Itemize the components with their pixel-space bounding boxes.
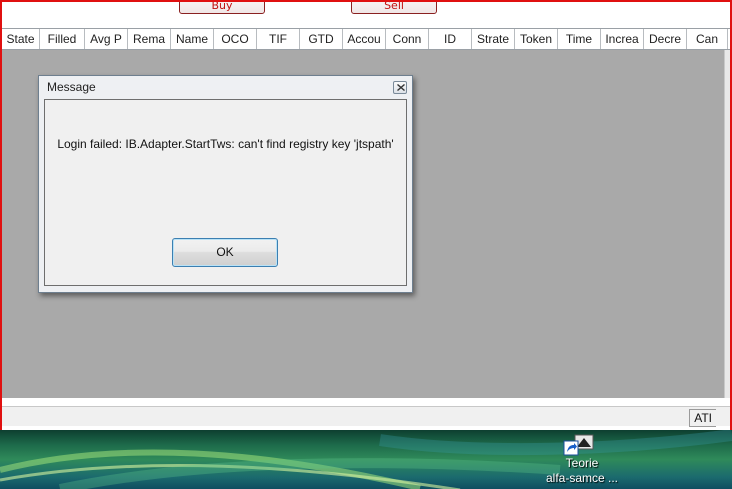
shortcut-label-line1: Teorie xyxy=(565,456,599,470)
desktop-background: Teorie alfa-samce ... xyxy=(0,430,732,489)
shortcut-label-line2: alfa-samce ... xyxy=(545,471,619,485)
ok-button[interactable]: OK xyxy=(172,238,278,267)
dialog-message: Login failed: IB.Adapter.StartTws: can't… xyxy=(57,137,394,151)
close-icon-glyph xyxy=(397,84,405,91)
shortcut-label[interactable]: Teorie alfa-samce ... xyxy=(536,456,628,486)
dialog-body: Login failed: IB.Adapter.StartTws: can't… xyxy=(44,99,407,286)
message-dialog: Message Login failed: IB.Adapter.StartTw… xyxy=(38,75,413,293)
shortcut-image xyxy=(563,434,594,456)
dialog-title: Message xyxy=(47,80,96,94)
close-icon[interactable] xyxy=(393,81,407,94)
shortcut-icon[interactable] xyxy=(563,432,597,458)
